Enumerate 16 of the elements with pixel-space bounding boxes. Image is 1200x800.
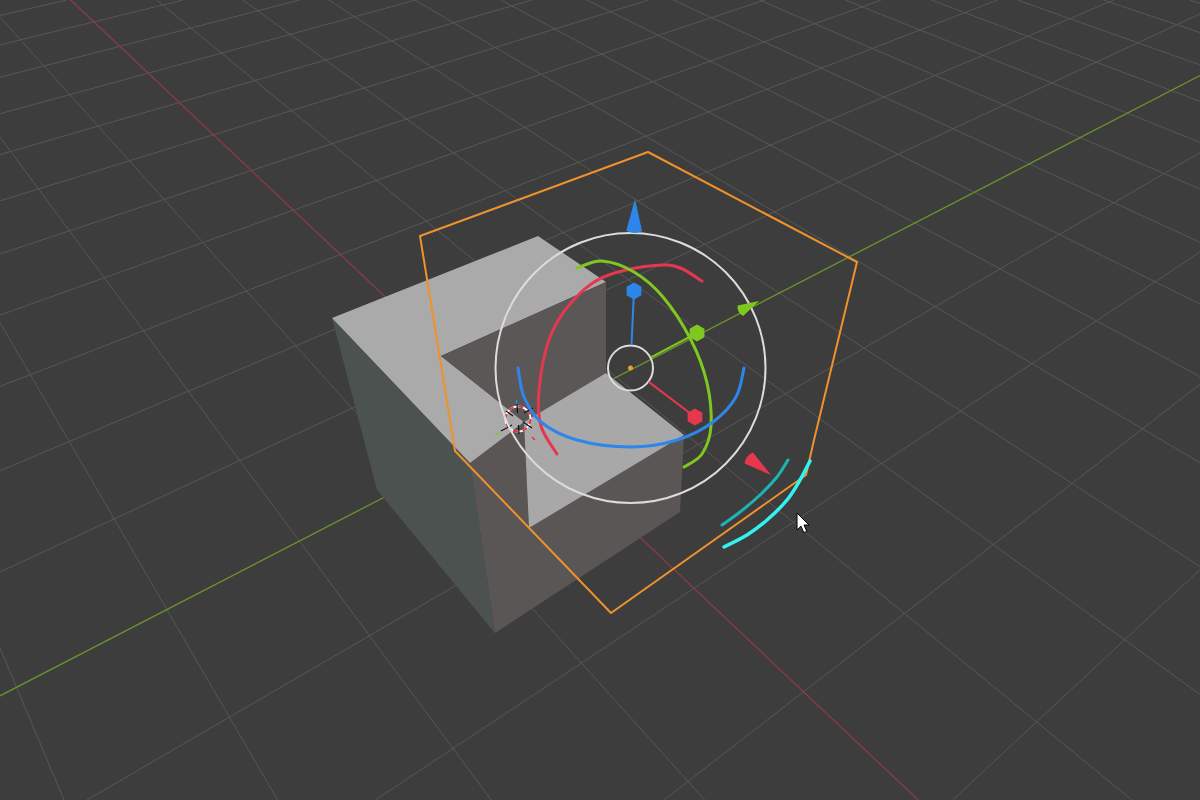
rotate-arc-handle[interactable] [720,458,790,527]
axis-cone-handle[interactable] [744,452,771,475]
translate-handle[interactable] [649,324,705,359]
axis-cone-handle[interactable] [626,199,643,233]
3d-cursor-icon [494,399,536,441]
rotate-ring[interactable] [516,366,746,449]
rotate-ring[interactable] [575,259,713,469]
rotate-ring[interactable] [536,263,704,456]
view-ring[interactable] [494,232,767,504]
center-ring[interactable] [607,344,654,392]
translate-handle[interactable] [647,380,703,426]
translate-handle[interactable] [626,282,642,346]
axis-cone-handle[interactable] [737,301,759,316]
pivot-dot-icon [628,365,633,371]
rotate-arc-handle[interactable] [722,459,812,549]
mouse-pointer-icon [796,512,810,534]
